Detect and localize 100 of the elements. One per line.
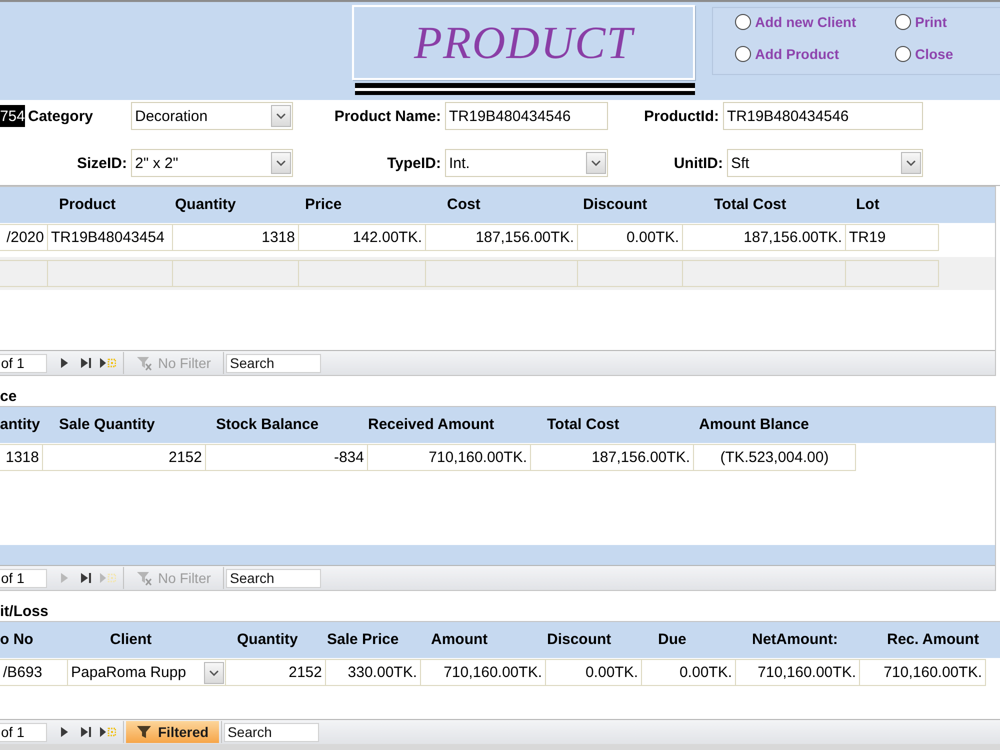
record-position-field[interactable]: of 1 (0, 354, 47, 372)
table-cell: 0.00TK. (546, 659, 642, 686)
field-label: ProductId: (644, 108, 719, 124)
record-id-field[interactable]: 754 (0, 105, 25, 127)
form-title: PRODUCT (414, 20, 634, 66)
column-header: Quantity (237, 631, 298, 648)
next-icon[interactable] (61, 727, 68, 737)
dropdown-button[interactable] (271, 152, 291, 174)
dropdown-button[interactable] (901, 152, 921, 174)
dropdown-button[interactable] (204, 662, 224, 684)
dropdown-button[interactable] (271, 105, 291, 127)
last-icon[interactable] (81, 358, 91, 368)
column-header: Received Amount (368, 416, 494, 433)
field-label: UnitID: (674, 154, 723, 172)
column-header: Cost (447, 196, 480, 213)
column-header: Rec. Amount (887, 631, 979, 648)
last-icon[interactable] (81, 727, 91, 737)
next-icon[interactable] (61, 358, 68, 368)
radio-button[interactable] (895, 14, 911, 30)
dropdown-field[interactable]: Sft (727, 149, 923, 177)
table-cell: 2152 (43, 444, 206, 471)
column-header: NetAmount: (752, 631, 838, 648)
chevron-down-icon (591, 160, 601, 166)
chevron-down-icon (209, 670, 219, 676)
text-field[interactable]: TR19B480434546 (445, 102, 608, 130)
field-label: SizeID: (76, 154, 127, 172)
column-header: Amount (431, 631, 488, 648)
table-cell: 710,160.00TK. (736, 659, 860, 686)
column-header: Discount (547, 631, 612, 648)
new-record-icon[interactable] (100, 727, 116, 737)
column-header: Amount Blance (699, 416, 810, 433)
record-position-field[interactable]: of 1 (0, 568, 47, 588)
new-record-cell[interactable] (578, 260, 683, 287)
column-header: Lot (856, 196, 880, 213)
field-label: TypeID: (387, 154, 441, 172)
table-cell: 710,160.00TK. (368, 444, 531, 471)
table-cell: 0.00TK. (642, 659, 736, 686)
table-cell: 2152 (226, 659, 326, 686)
table-cell: 1318 (0, 444, 43, 471)
table-cell: /B693 (0, 659, 68, 686)
radio-button[interactable] (735, 46, 751, 62)
search-field[interactable]: Search (224, 722, 319, 742)
column-header: Product (59, 196, 116, 213)
chevron-down-icon (276, 160, 286, 166)
new-record-cell[interactable] (48, 260, 173, 287)
new-record-icon[interactable] (100, 358, 116, 368)
column-header: Sale Quantity (59, 416, 155, 433)
filter-button[interactable]: Filtered (126, 721, 219, 743)
column-header: Discount (583, 196, 648, 213)
column-header: antity (0, 416, 40, 433)
section-label: it/Loss (0, 603, 48, 620)
radio-label[interactable]: Close (915, 46, 954, 62)
new-record-cell[interactable] (173, 260, 299, 287)
dropdown-field[interactable]: Decoration (131, 102, 293, 130)
column-header: Price (305, 196, 342, 213)
table-cell: 187,156.00TK. (426, 224, 578, 251)
radio-button[interactable] (735, 14, 751, 30)
column-header: Stock Balance (216, 416, 319, 433)
table-cell: 710,160.00TK. (421, 659, 546, 686)
table-cell: TR19 (846, 224, 939, 251)
chevron-down-icon (906, 160, 916, 166)
radio-label[interactable]: Add Product (755, 46, 839, 62)
funnel-icon (136, 724, 152, 740)
text-field[interactable]: TR19B480434546 (723, 102, 923, 130)
new-record-cell[interactable] (0, 260, 48, 287)
field-label: Product Name: (334, 108, 441, 124)
new-record-cell[interactable] (426, 260, 578, 287)
column-header: Total Cost (714, 196, 786, 213)
record-position-field[interactable]: of 1 (0, 722, 47, 742)
new-record-cell[interactable] (683, 260, 846, 287)
column-header: Sale Price (327, 631, 399, 648)
chevron-down-icon (276, 113, 286, 119)
table-cell: 0.00TK. (578, 224, 683, 251)
search-field[interactable]: Search (226, 568, 321, 588)
table-cell: TR19B48043454 (48, 224, 173, 251)
new-record-cell[interactable] (299, 260, 426, 287)
search-field[interactable]: Search (226, 354, 321, 372)
dropdown-button[interactable] (586, 152, 606, 174)
radio-label[interactable]: Print (915, 14, 947, 30)
section-label: ce (0, 388, 17, 405)
new-record-cell[interactable] (846, 260, 939, 287)
radio-label[interactable]: Add new Client (755, 14, 856, 30)
column-header: Quantity (175, 196, 236, 213)
funnel-cross-icon (136, 355, 152, 371)
column-header: Client (110, 631, 152, 648)
radio-button[interactable] (895, 46, 911, 62)
table-cell: /2020 (0, 224, 48, 251)
field-label: Category (28, 108, 94, 124)
column-header: Total Cost (547, 416, 620, 433)
column-header: Due (658, 631, 686, 648)
table-cell: 710,160.00TK. (860, 659, 986, 686)
table-cell: (TK.523,004.00) (694, 444, 856, 471)
table-cell: 1318 (173, 224, 299, 251)
table-cell: 330.00TK. (326, 659, 421, 686)
dropdown-field[interactable]: PapaRoma Rupp (68, 659, 226, 686)
column-header: o No (0, 631, 34, 648)
funnel-cross-icon (136, 570, 152, 586)
last-icon[interactable] (81, 573, 91, 583)
dropdown-field[interactable]: Int. (445, 149, 608, 177)
dropdown-field[interactable]: 2" x 2" (131, 149, 293, 177)
